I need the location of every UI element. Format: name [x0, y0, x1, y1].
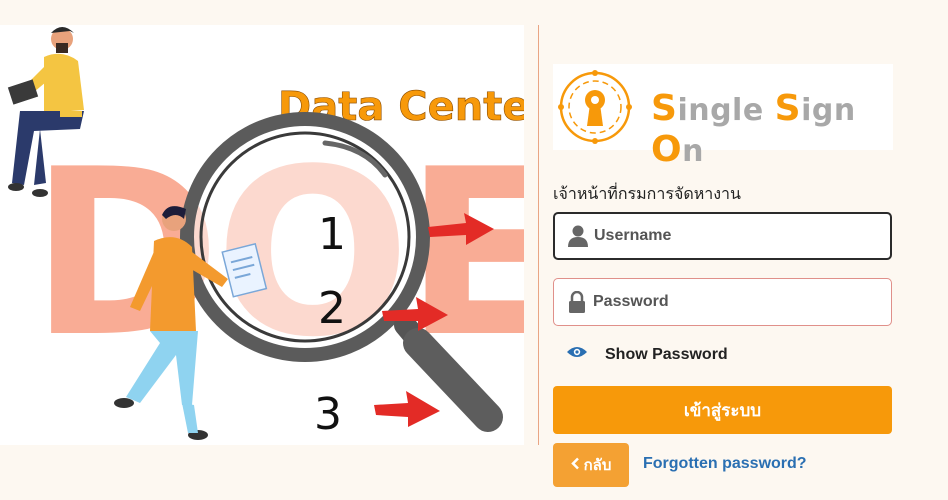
step-number-1: 1: [318, 209, 346, 260]
sso-logo-title: Single Sign On: [651, 88, 893, 170]
red-arrow-icon: [374, 391, 440, 427]
forgot-password-link[interactable]: Forgotten password?: [643, 455, 807, 473]
show-password-toggle[interactable]: Show Password: [567, 345, 728, 364]
logo-part: ign: [801, 93, 856, 128]
login-page: DOE Data Center: [0, 0, 948, 500]
logo-part: ingle: [677, 93, 775, 128]
illustration-panel: DOE Data Center: [0, 25, 524, 445]
lock-icon: [565, 290, 589, 314]
department-label: เจ้าหน้าที่กรมการจัดหางาน: [553, 186, 741, 203]
user-icon: [566, 224, 590, 248]
back-button-label: กลับ: [583, 457, 612, 474]
logo-part: O: [651, 129, 683, 170]
login-button[interactable]: เข้าสู่ระบบ: [553, 386, 892, 434]
username-input[interactable]: [592, 226, 876, 246]
step-number-2: 2: [318, 283, 346, 334]
chevron-left-icon: [570, 457, 580, 474]
illustration: DOE Data Center: [7, 27, 524, 440]
eye-icon: [567, 345, 587, 364]
logo-part: S: [651, 88, 678, 129]
divider: [538, 25, 539, 445]
password-field[interactable]: [553, 278, 892, 326]
username-field[interactable]: [553, 212, 892, 260]
logo-part: n: [682, 134, 704, 169]
back-button[interactable]: กลับ: [553, 443, 629, 487]
step-number-3: 3: [314, 389, 342, 440]
show-password-label: Show Password: [605, 345, 728, 363]
password-input[interactable]: [591, 292, 875, 312]
logo-part: S: [774, 88, 802, 129]
sso-logo: Single Sign On: [553, 64, 893, 170]
keyhole-logo-icon: [558, 70, 632, 144]
